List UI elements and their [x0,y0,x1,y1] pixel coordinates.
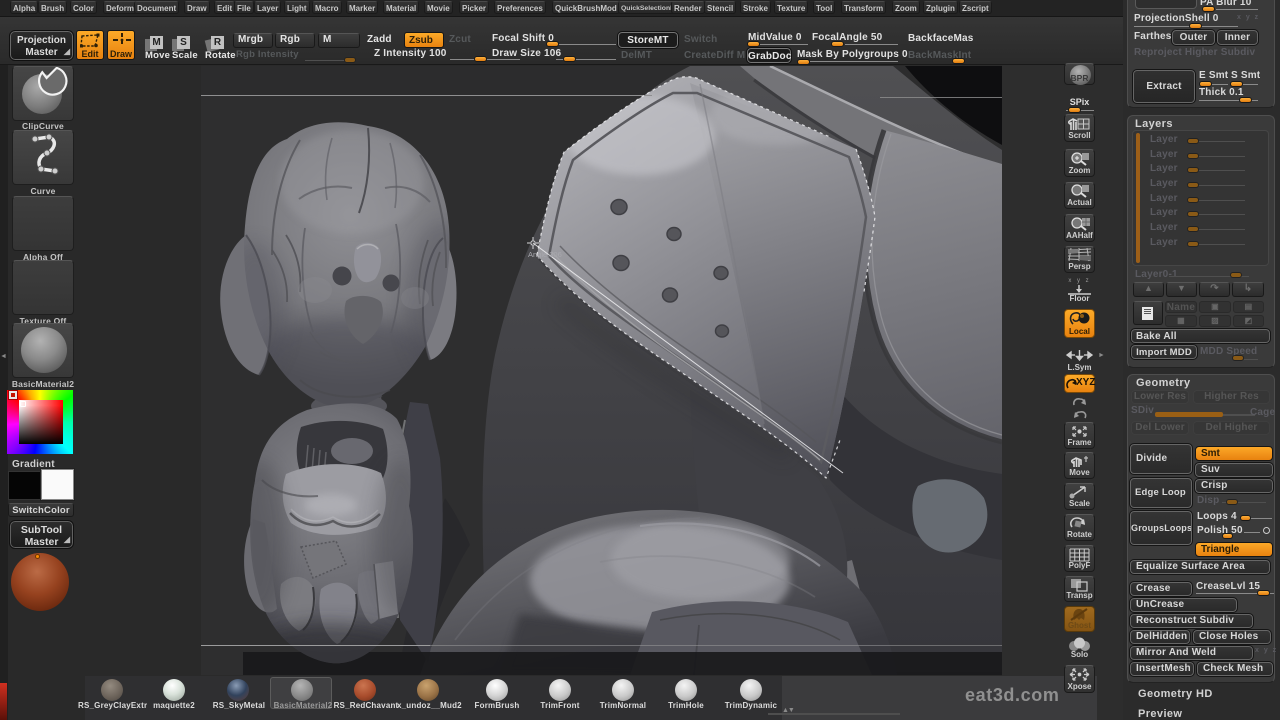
svg-text:Angle:306: Angle:306 [528,250,562,259]
